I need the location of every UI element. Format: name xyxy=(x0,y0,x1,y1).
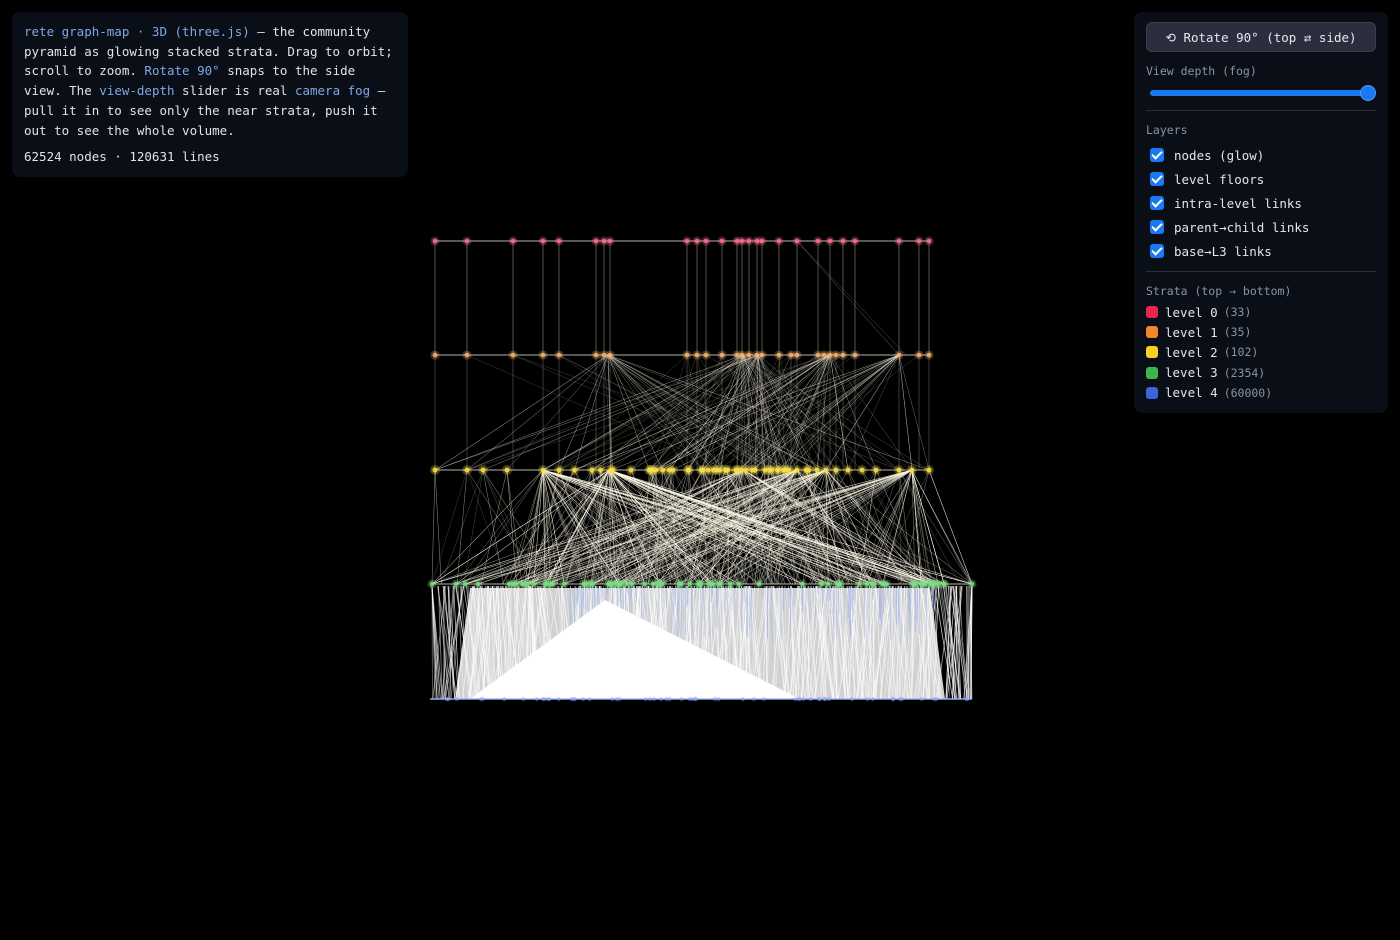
layer-intra-level-links[interactable]: intra-level links xyxy=(1146,191,1376,215)
app-title: rete graph-map · 3D (three.js) xyxy=(24,24,250,39)
strata-level-3: level 3 (2354) xyxy=(1146,363,1376,383)
depth-slider[interactable] xyxy=(1146,82,1376,102)
rotate-button[interactable]: ⟲ Rotate 90° (top ⇄ side) xyxy=(1146,22,1376,52)
strata-legend: level 0 (33) level 1 (35) level 2 (102) … xyxy=(1146,302,1376,403)
layers-list: nodes (glow) level floors intra-level li… xyxy=(1146,143,1376,263)
strata-label: level 3 xyxy=(1165,365,1218,381)
layer-label: parent→child links xyxy=(1174,219,1310,235)
control-panel: ⟲ Rotate 90° (top ⇄ side) View depth (fo… xyxy=(1134,12,1388,413)
layer-label: level floors xyxy=(1174,171,1265,187)
layer-checkbox[interactable] xyxy=(1150,172,1164,186)
rotate-reference: Rotate 90° xyxy=(144,63,220,79)
layer-label: intra-level links xyxy=(1174,195,1302,211)
layers-title: Layers xyxy=(1146,123,1188,137)
layer-checkbox[interactable] xyxy=(1150,244,1164,258)
info-description: rete graph-map · 3D (three.js) — the com… xyxy=(24,24,393,138)
layer-checkbox[interactable] xyxy=(1150,148,1164,162)
strata-title: Strata (top → bottom) xyxy=(1146,284,1292,298)
strata-swatch xyxy=(1146,386,1158,399)
strata-swatch xyxy=(1146,326,1158,339)
layer-label: base→L3 links xyxy=(1174,243,1272,259)
strata-swatch xyxy=(1146,306,1158,319)
strata-level-2: level 2 (102) xyxy=(1146,342,1376,362)
layer-level-floors[interactable]: level floors xyxy=(1146,167,1376,191)
depth-slider-thumb[interactable] xyxy=(1360,85,1376,101)
strata-swatch xyxy=(1146,366,1158,379)
graph-stats: 62524 nodes · 120631 lines xyxy=(24,149,220,165)
layer-base-l3-links[interactable]: base→L3 links xyxy=(1146,239,1376,263)
strata-count: (33) xyxy=(1223,305,1252,320)
slider-reference: view-depth xyxy=(99,83,175,99)
strata-count: (60000) xyxy=(1223,385,1273,400)
strata-count: (2354) xyxy=(1223,365,1266,380)
layer-label: nodes (glow) xyxy=(1174,147,1265,163)
layer-checkbox[interactable] xyxy=(1150,220,1164,234)
fog-reference: camera fog xyxy=(294,83,371,99)
strata-label: level 1 xyxy=(1165,324,1218,340)
strata-label: level 2 xyxy=(1165,344,1218,360)
layer-checkbox[interactable] xyxy=(1150,196,1164,210)
layer-parent-child-links[interactable]: parent→child links xyxy=(1146,215,1376,239)
strata-count: (102) xyxy=(1223,345,1259,360)
depth-label: View depth (fog) xyxy=(1146,64,1257,78)
strata-level-1: level 1 (35) xyxy=(1146,322,1376,342)
strata-label: level 0 xyxy=(1165,304,1218,320)
strata-count: (35) xyxy=(1223,325,1252,340)
depth-slider-track[interactable] xyxy=(1150,90,1372,96)
divider xyxy=(1146,271,1376,272)
info-panel: rete graph-map · 3D (three.js) — the com… xyxy=(12,12,408,177)
strata-level-0: level 0 (33) xyxy=(1146,302,1376,322)
divider xyxy=(1146,110,1376,111)
strata-level-4: level 4 (60000) xyxy=(1146,383,1376,403)
layer-nodes-glow[interactable]: nodes (glow) xyxy=(1146,143,1376,167)
strata-swatch xyxy=(1146,346,1158,359)
strata-label: level 4 xyxy=(1165,385,1218,401)
